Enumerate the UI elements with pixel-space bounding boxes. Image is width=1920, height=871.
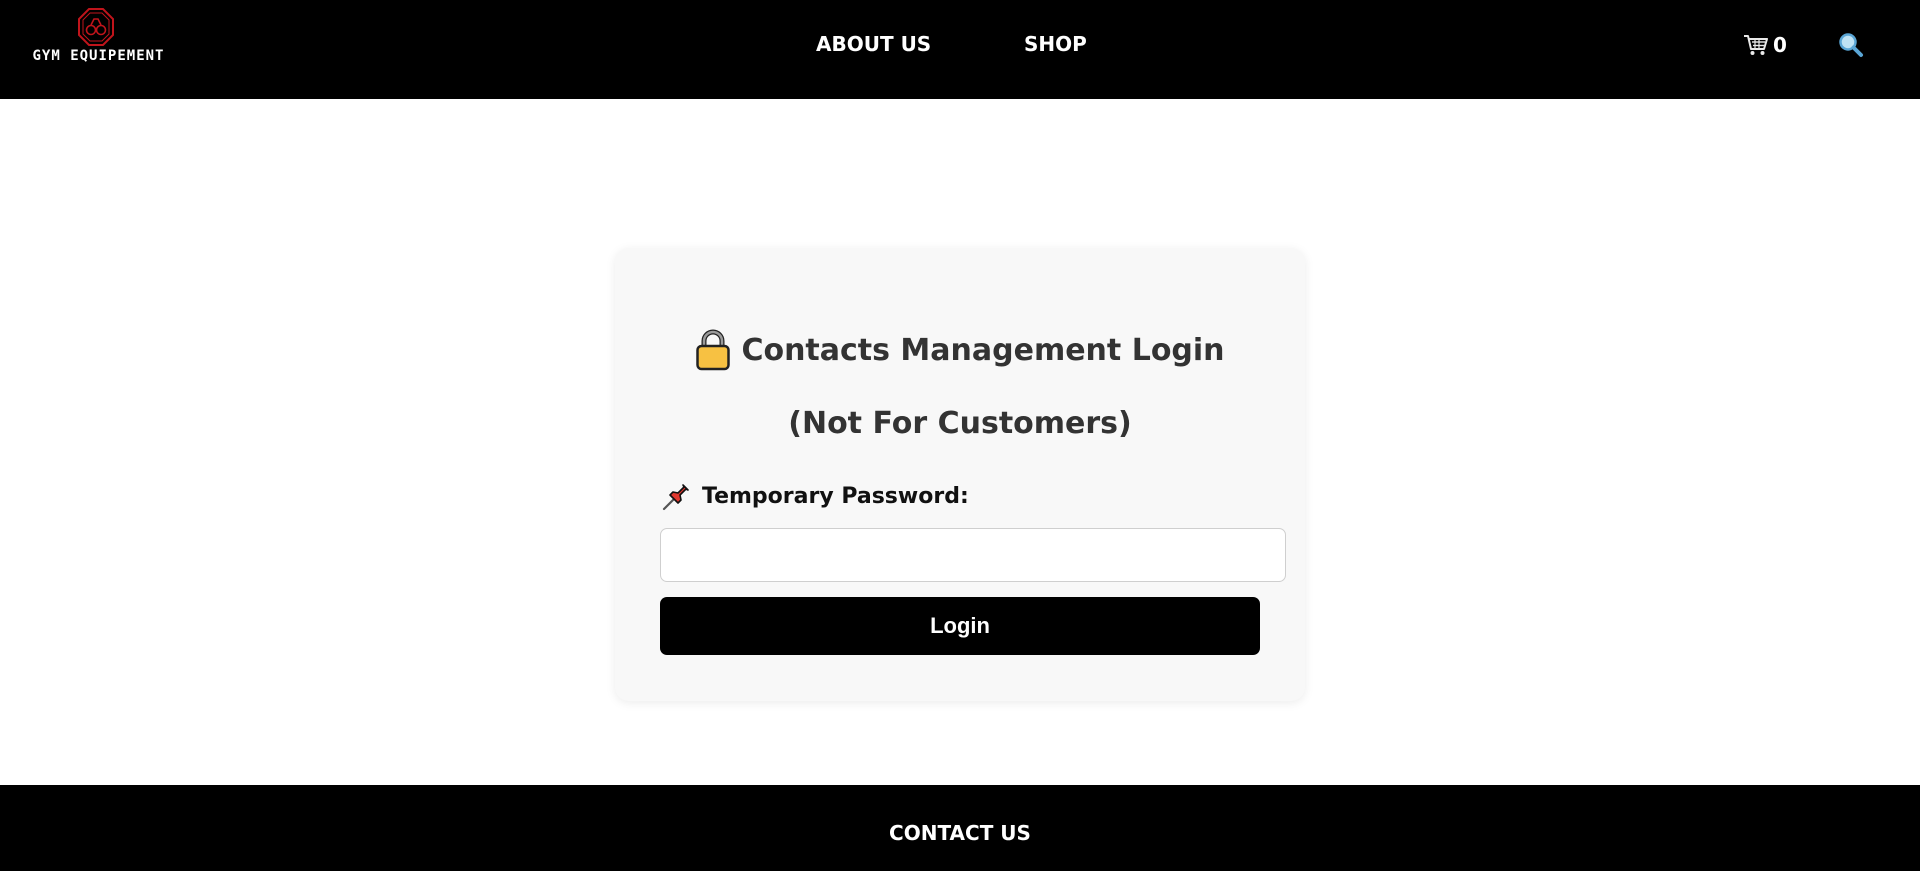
cart-icon <box>1744 35 1768 55</box>
site-logo[interactable]: GYM EQUIPEMENT <box>31 8 166 68</box>
footer: CONTACT US <box>0 785 1920 871</box>
login-button[interactable]: Login <box>660 597 1260 655</box>
login-title-row: Contacts Management Login <box>615 329 1305 371</box>
password-label: Temporary Password: <box>702 483 969 509</box>
login-title: Contacts Management Login <box>741 332 1225 368</box>
cart-button[interactable]: 0 <box>1743 33 1787 57</box>
cart-count: 0 <box>1773 33 1787 57</box>
gym-logo-icon <box>78 8 114 46</box>
nav-about-us[interactable]: ABOUT US <box>816 32 931 56</box>
login-subtitle: (Not For Customers) <box>788 406 1132 441</box>
footer-contact-us[interactable]: CONTACT US <box>0 821 1920 845</box>
nav-shop[interactable]: SHOP <box>1024 32 1087 56</box>
logo-text: GYM EQUIPEMENT <box>32 48 165 64</box>
top-navbar: GYM EQUIPEMENT ABOUT US SHOP 0 <box>0 0 1920 99</box>
search-icon[interactable] <box>1837 31 1865 59</box>
login-card: Contacts Management Login (Not For Custo… <box>615 248 1305 701</box>
password-label-row: Temporary Password: <box>661 480 969 512</box>
lock-icon <box>696 329 731 371</box>
password-input[interactable] <box>660 528 1286 582</box>
pushpin-icon <box>662 484 689 511</box>
